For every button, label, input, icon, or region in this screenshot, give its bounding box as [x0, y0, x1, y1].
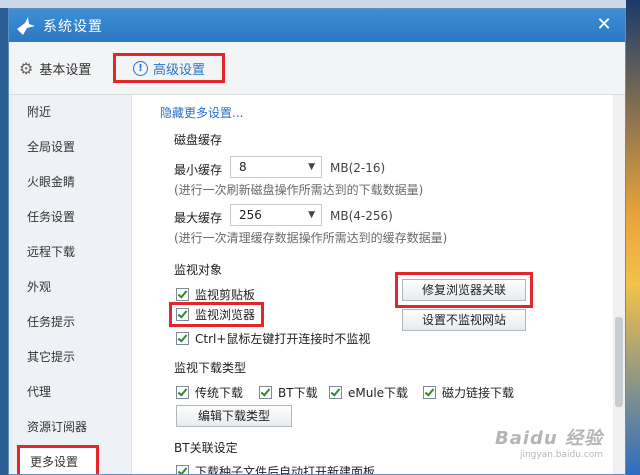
- max-cache-hint: (进行一次清理缓存数据操作所需达到的缓存数据量): [174, 231, 448, 245]
- sidebar-item-nearby[interactable]: 附近: [9, 95, 131, 130]
- magnet-download-checkbox[interactable]: 磁力链接下载: [423, 384, 514, 401]
- checkbox-checked-icon: [176, 386, 189, 399]
- max-cache-label: 最大缓存: [174, 211, 223, 225]
- emule-download-checkbox[interactable]: eMule下载: [329, 384, 408, 401]
- max-cache-select[interactable]: 256 ▼: [230, 204, 322, 226]
- tab-advanced-settings[interactable]: ! 高级设置: [113, 53, 225, 83]
- hide-more-settings-link[interactable]: 隐藏更多设置...: [160, 104, 243, 121]
- window-title: 系统设置: [43, 18, 103, 35]
- sidebar-item-appearance[interactable]: 外观: [9, 270, 131, 305]
- checkbox-checked-icon: [329, 386, 342, 399]
- min-cache-select[interactable]: 8 ▼: [230, 156, 322, 178]
- magnet-download-label: 磁力链接下载: [442, 386, 515, 400]
- ctrl-click-no-monitor-checkbox[interactable]: Ctrl+鼠标左键打开连接时不监视: [176, 330, 370, 347]
- sidebar-item-task[interactable]: 任务设置: [9, 200, 131, 235]
- monitor-clipboard-label: 监视剪贴板: [195, 288, 256, 302]
- auto-open-new-panel-label: 下载种子文件后自动打开新建面板: [195, 465, 376, 475]
- sidebar-item-proxy[interactable]: 代理: [9, 375, 131, 410]
- emule-download-label: eMule下载: [348, 386, 409, 400]
- baidu-watermark: Baidu 经验 jingyan.baidu.com: [495, 424, 603, 460]
- sidebar-item-more-settings[interactable]: 更多设置: [17, 445, 99, 474]
- checkbox-checked-icon: [259, 386, 272, 399]
- min-cache-hint: (进行一次刷新磁盘操作所需达到的下载数据量): [174, 183, 424, 197]
- monitor-target-title: 监视对象: [174, 263, 223, 277]
- sidebar-item-fire-eye[interactable]: 火眼金睛: [9, 165, 131, 200]
- bt-download-checkbox[interactable]: BT下载: [259, 384, 318, 401]
- disk-cache-title: 磁盘缓存: [174, 133, 223, 147]
- traditional-download-label: 传统下载: [195, 386, 244, 400]
- monitor-browser-checkbox[interactable]: 监视浏览器: [169, 302, 265, 327]
- sidebar-item-task-tips[interactable]: 任务提示: [9, 305, 131, 340]
- traditional-download-checkbox[interactable]: 传统下载: [176, 384, 243, 401]
- thunder-bird-icon: [17, 16, 35, 35]
- checkbox-checked-icon: [176, 308, 189, 321]
- watermark-sub: jingyan.baidu.com: [519, 450, 603, 460]
- settings-sidebar: 附近 全局设置 火眼金睛 任务设置 远程下载 外观 任务提示 其它提示 代理 资…: [9, 95, 132, 474]
- bt-association-title: BT关联设定: [174, 441, 238, 455]
- max-cache-range: MB(4-256): [330, 209, 393, 223]
- settings-tabs: ⚙ 基本设置 ! 高级设置: [9, 42, 625, 95]
- bt-download-label: BT下载: [278, 386, 318, 400]
- chevron-down-icon: ▼: [308, 210, 315, 220]
- settings-window: 系统设置 ✕ ⚙ 基本设置 ! 高级设置 附近 全局设置 火眼金睛 任务设置 远…: [8, 8, 626, 475]
- scrollbar-thumb[interactable]: [615, 317, 623, 407]
- info-icon: !: [132, 60, 148, 76]
- ctrl-click-no-monitor-label: Ctrl+鼠标左键打开连接时不监视: [195, 332, 371, 346]
- min-cache-range: MB(2-16): [330, 161, 386, 175]
- vertical-scrollbar[interactable]: [613, 95, 625, 474]
- monitor-clipboard-checkbox[interactable]: 监视剪贴板: [176, 286, 255, 303]
- sidebar-item-other-tips[interactable]: 其它提示: [9, 340, 131, 375]
- sidebar-item-remote-download[interactable]: 远程下载: [9, 235, 131, 270]
- checkbox-checked-icon: [176, 332, 189, 345]
- checkbox-checked-icon: [176, 465, 189, 474]
- edit-download-types-button[interactable]: 编辑下载类型: [176, 405, 292, 427]
- sidebar-item-global[interactable]: 全局设置: [9, 130, 131, 165]
- desktop-background-top: [0, 0, 640, 8]
- sidebar-item-resource-subscriber[interactable]: 资源订阅器: [9, 410, 131, 445]
- download-types-title: 监视下载类型: [174, 361, 247, 375]
- close-button[interactable]: ✕: [595, 16, 613, 34]
- set-unmonitored-sites-button[interactable]: 设置不监视网站: [402, 309, 526, 331]
- gear-icon: ⚙: [19, 58, 34, 78]
- title-bar: 系统设置 ✕: [9, 9, 625, 42]
- auto-open-new-panel-checkbox[interactable]: 下载种子文件后自动打开新建面板: [176, 463, 376, 475]
- chevron-down-icon: ▼: [308, 162, 315, 172]
- checkbox-checked-icon: [423, 386, 436, 399]
- watermark-main: Baidu 经验: [494, 428, 603, 449]
- tab-basic-settings[interactable]: ⚙ 基本设置: [19, 53, 91, 83]
- monitor-browser-label: 监视浏览器: [195, 308, 256, 322]
- min-cache-value: 8: [239, 160, 247, 174]
- checkbox-checked-icon: [176, 288, 189, 301]
- settings-content: 隐藏更多设置... 磁盘缓存 最小缓存 8 ▼ MB(2-16) (进行一次刷新…: [132, 95, 612, 475]
- desktop-background-right: [626, 0, 640, 475]
- tab-basic-label: 基本设置: [39, 62, 92, 78]
- max-cache-value: 256: [239, 208, 262, 222]
- min-cache-label: 最小缓存: [174, 163, 223, 177]
- tab-advanced-label: 高级设置: [152, 62, 205, 78]
- repair-browser-association-button[interactable]: 修复浏览器关联: [402, 279, 526, 301]
